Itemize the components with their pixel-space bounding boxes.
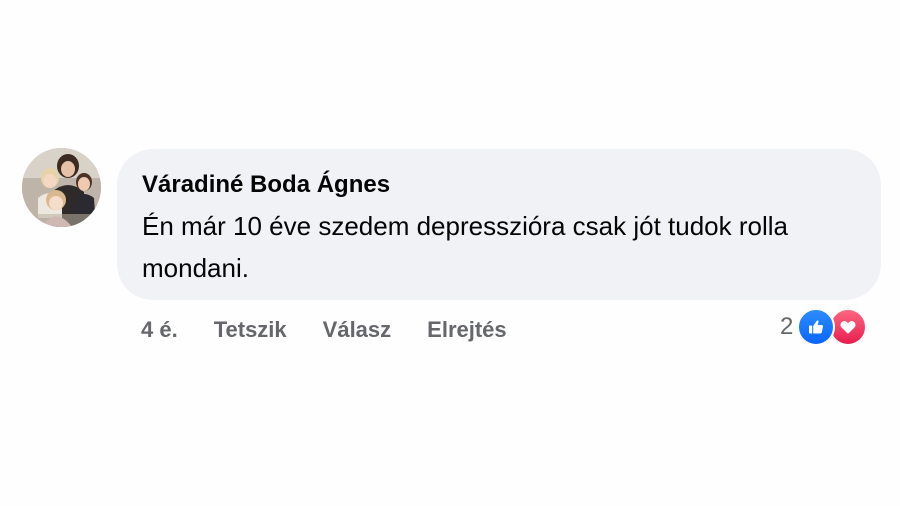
reply-button[interactable]: Válasz	[323, 314, 392, 346]
comment-bubble: Váradiné Boda Ágnes Én már 10 éve szedem…	[117, 149, 881, 300]
reaction-count: 2	[780, 313, 794, 340]
love-icon	[829, 308, 868, 346]
comment-actions: 4 é. Tetszik Válasz Elrejtés	[141, 314, 507, 346]
like-button[interactable]: Tetszik	[214, 314, 287, 346]
avatar[interactable]	[22, 148, 101, 227]
profile-photo-icon	[22, 148, 101, 227]
comment-text: Én már 10 éve szedem depresszióra csak j…	[142, 211, 788, 283]
hide-button[interactable]: Elrejtés	[427, 314, 507, 346]
reaction-summary[interactable]: 2	[780, 308, 868, 346]
comment-timestamp[interactable]: 4 é.	[141, 314, 178, 346]
comment-author-name[interactable]: Váradiné Boda Ágnes	[142, 169, 857, 201]
like-icon	[797, 308, 836, 346]
comment-page: Váradiné Boda Ágnes Én már 10 éve szedem…	[0, 0, 900, 506]
